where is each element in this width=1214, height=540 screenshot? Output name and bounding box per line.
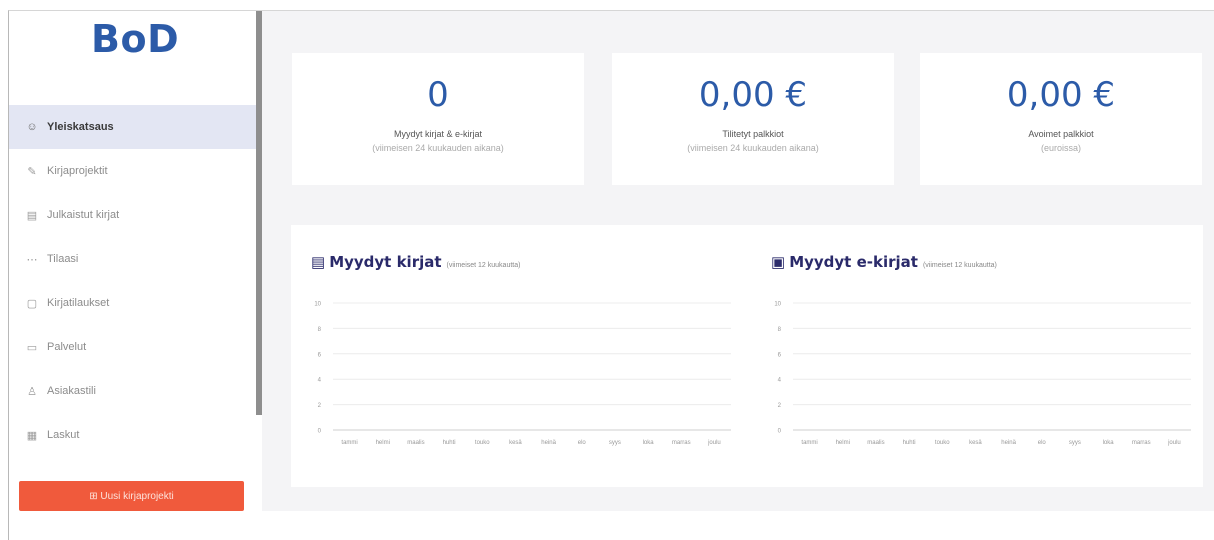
chart-title: ▤ Myydyt kirjat (viimeiset 12 kuukautta) (311, 253, 520, 271)
invoice-icon: ▦ (26, 429, 38, 442)
stat-subtitle: (viimeisen 24 kuukauden aikana) (687, 143, 819, 153)
x-tick-label: marras (672, 440, 691, 446)
chart-sold-books: ▤ Myydyt kirjat (viimeiset 12 kuukautta)… (291, 225, 741, 487)
x-tick-label: loka (1103, 440, 1115, 446)
y-tick-label: 4 (778, 378, 782, 384)
x-tick-label: helmi (376, 440, 390, 446)
orders-icon: ⋯ (26, 253, 38, 266)
sidebar-item-asiakastili[interactable]: ♙ Asiakastili (9, 369, 256, 413)
x-tick-label: helmi (836, 440, 850, 446)
chart-period: (viimeiset 12 kuukautta) (446, 262, 521, 269)
sidebar-item-kirjatilaukset[interactable]: ▢ Kirjatilaukset (9, 281, 256, 325)
edit-icon: ✎ (27, 165, 37, 178)
stat-value: 0,00 € (698, 75, 808, 115)
stat-card-paid-royalties: 0,00 € Tilitetyt palkkiot (viimeisen 24 … (612, 53, 894, 185)
x-tick-label: syys (609, 440, 621, 446)
sidebar-item-label: Palvelut (47, 341, 87, 353)
chart-heading: Myydyt e-kirjat (789, 253, 918, 271)
x-tick-label: touko (935, 440, 950, 446)
y-tick-label: 8 (778, 327, 782, 333)
user-icon: ♙ (27, 385, 37, 398)
sidebar-item-label: Asiakastili (47, 385, 96, 397)
sidebar-item-yleiskatsaus[interactable]: ☺ Yleiskatsaus (9, 105, 256, 149)
x-tick-label: maalis (867, 440, 884, 446)
x-tick-label: heinä (1001, 440, 1016, 446)
sidebar-item-label: Yleiskatsaus (47, 121, 114, 133)
x-tick-label: touko (475, 440, 490, 446)
dashboard-icon: ☺ (26, 121, 38, 133)
y-tick-label: 10 (314, 302, 321, 308)
sidebar-item-label: Kirjaprojektit (47, 165, 108, 177)
stat-value: 0 (427, 75, 449, 115)
new-book-project-button[interactable]: ⊞ Uusi kirjaprojekti (19, 481, 244, 511)
y-tick-label: 2 (778, 403, 782, 409)
y-tick-label: 0 (318, 429, 322, 435)
y-tick-label: 6 (318, 352, 322, 358)
y-tick-label: 0 (778, 429, 782, 435)
book-icon: ▤ (26, 209, 38, 222)
x-tick-label: elo (578, 440, 587, 446)
sidebar-item-julkaistut-kirjat[interactable]: ▤ Julkaistut kirjat (9, 193, 256, 237)
main-content: 0 Myydyt kirjat & e-kirjat (viimeisen 24… (262, 11, 1214, 511)
sidebar-item-label: Tilaasi (47, 253, 79, 265)
sidebar: BoD ☺ Yleiskatsaus ✎ Kirjaprojektit ▤ Ju… (9, 11, 256, 540)
x-tick-label: huhti (443, 440, 456, 446)
sidebar-item-label: Laskut (47, 429, 80, 441)
x-tick-label: tammi (341, 440, 357, 446)
stat-label: Tilitetyt palkkiot (722, 129, 784, 139)
chart-plot: 0 2 4 6 8 10 tammi helmi maalis huhti touko kesä hei… (314, 302, 731, 446)
sidebar-item-laskut[interactable]: ▦ Laskut (9, 413, 256, 457)
sidebar-item-label: Kirjatilaukset (47, 297, 110, 309)
stat-value: 0,00 € (1006, 75, 1116, 115)
book-order-icon: ▢ (26, 297, 38, 310)
x-tick-label: marras (1132, 440, 1151, 446)
x-tick-label: kesä (509, 440, 522, 446)
x-tick-label: loka (643, 440, 655, 446)
book-chart-icon: ▤ (311, 254, 326, 271)
stat-card-sold-books: 0 Myydyt kirjat & e-kirjat (viimeisen 24… (292, 53, 584, 185)
x-tick-label: elo (1038, 440, 1047, 446)
x-tick-label: huhti (903, 440, 916, 446)
sidebar-item-label: Julkaistut kirjat (47, 209, 120, 221)
y-tick-label: 2 (318, 403, 322, 409)
stat-subtitle: (euroissa) (1040, 143, 1081, 153)
sidebar-nav: ☺ Yleiskatsaus ✎ Kirjaprojektit ▤ Julkai… (9, 105, 256, 457)
stat-card-open-royalties: 0,00 € Avoimet palkkiot (euroissa) (920, 53, 1202, 185)
chart-period: (viimeiset 12 kuukautta) (922, 262, 997, 269)
y-tick-label: 4 (318, 378, 322, 384)
y-tick-label: 10 (774, 302, 781, 308)
sidebar-item-palvelut[interactable]: ▭ Palvelut (9, 325, 256, 369)
services-icon: ▭ (26, 341, 38, 354)
stat-label: Myydyt kirjat & e-kirjat (393, 129, 482, 139)
stat-subtitle: (viimeisen 24 kuukauden aikana) (372, 143, 504, 153)
x-tick-label: maalis (407, 440, 424, 446)
y-tick-label: 6 (778, 352, 782, 358)
chart-title: ▣ Myydyt e-kirjat (viimeiset 12 kuukautt… (771, 253, 997, 271)
x-tick-label: heinä (541, 440, 556, 446)
stat-label: Avoimet palkkiot (1028, 129, 1094, 139)
ebook-chart-icon: ▣ (771, 254, 786, 271)
y-tick-label: 8 (318, 327, 322, 333)
x-tick-label: joulu (707, 440, 721, 446)
x-tick-label: joulu (1167, 440, 1181, 446)
x-tick-label: kesä (969, 440, 982, 446)
sidebar-item-kirjaprojektit[interactable]: ✎ Kirjaprojektit (9, 149, 256, 193)
x-tick-label: syys (1069, 440, 1081, 446)
chart-sold-ebooks: ▣ Myydyt e-kirjat (viimeiset 12 kuukautt… (751, 225, 1201, 487)
charts-card: ▤ Myydyt kirjat (viimeiset 12 kuukautta)… (291, 225, 1203, 487)
sidebar-item-tilaasi[interactable]: ⋯ Tilaasi (9, 237, 256, 281)
chart-plot: 0 2 4 6 8 10 tammi helmi maalis huhti touko kesä hei… (774, 302, 1191, 446)
x-tick-label: tammi (801, 440, 817, 446)
logo[interactable]: BoD (91, 17, 179, 61)
chart-heading: Myydyt kirjat (329, 253, 442, 271)
